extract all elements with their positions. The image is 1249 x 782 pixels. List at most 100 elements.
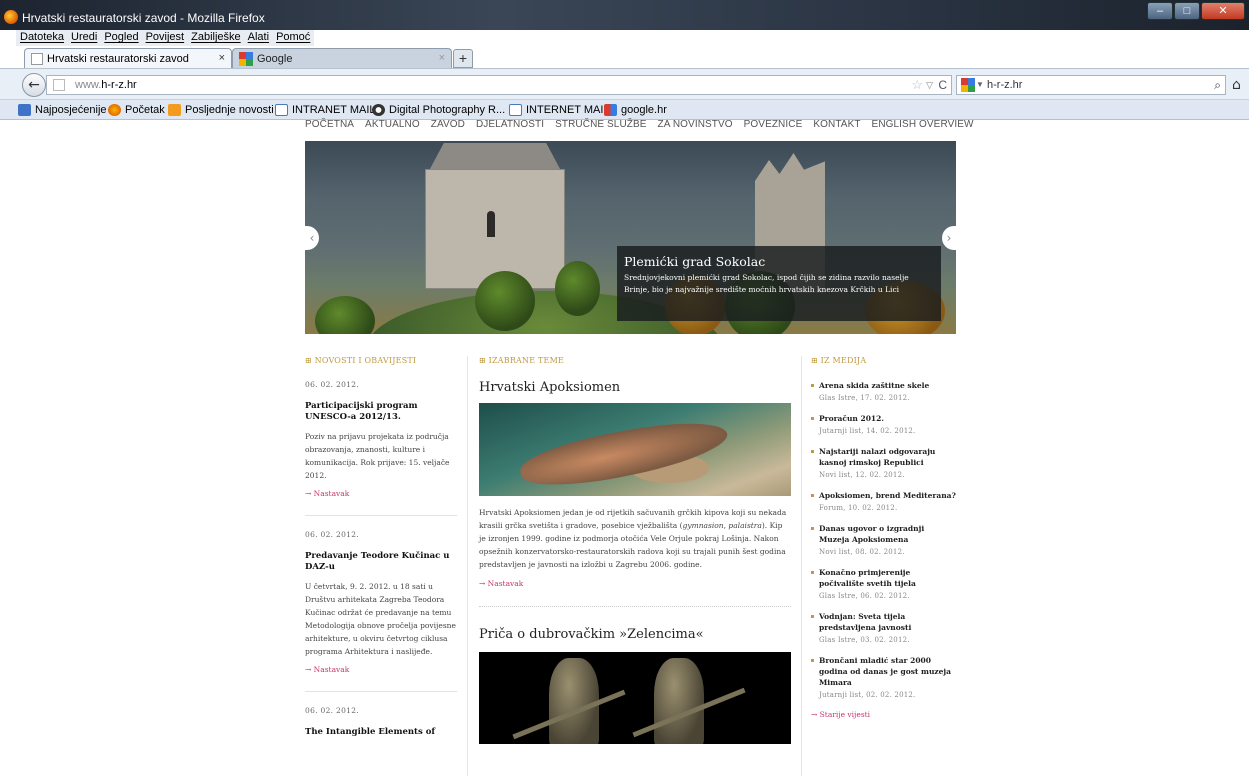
bookmark-najposjecenije[interactable]: Najposjećenije <box>18 104 107 116</box>
engine-dropdown-icon[interactable]: ▼ <box>976 76 984 94</box>
media-title[interactable]: Brončani mladić star 2000 godina od dana… <box>811 655 956 688</box>
feature-more-link[interactable]: → Nastavak <box>479 579 791 588</box>
feature-title[interactable]: Priča o dubrovačkim »Zelencima« <box>479 627 791 642</box>
window-titlebar: Hrvatski restauratorski zavod - Mozilla … <box>0 0 1249 30</box>
nav-djelatnosti[interactable]: DJELATNOSTI <box>476 119 544 133</box>
url-dropdown-icon[interactable]: ▽ <box>926 76 933 94</box>
media-source: Jutarnji list, 14. 02. 2012. <box>819 427 916 435</box>
maximize-button[interactable]: □ <box>1174 2 1200 20</box>
search-icon[interactable]: ⌕ <box>1214 76 1221 94</box>
feature-title[interactable]: Hrvatski Apoksiomen <box>479 380 791 395</box>
news-body: U četvrtak, 9. 2. 2012. u 18 sati u Druš… <box>305 582 456 656</box>
close-window-button[interactable]: ✕ <box>1201 2 1245 20</box>
slide-caption[interactable]: Plemićki grad Sokolac Srednjovjekovni pl… <box>617 246 941 321</box>
menu-zabiljeske[interactable]: Zabilješke <box>191 31 241 45</box>
firefox-logo-icon <box>4 10 18 24</box>
section-header-news: ⊞ NOVOSTI I OBAVIJESTI <box>305 356 417 365</box>
page-icon <box>275 104 288 116</box>
news-title[interactable]: Predavanje Teodore Kučinac u DAZ-u <box>305 551 457 573</box>
menu-datoteka[interactable]: Datoteka <box>20 31 64 45</box>
media-title[interactable]: Najstariji nalazi odgovaraju kasnoj rims… <box>811 446 956 468</box>
bookmark-label: google.hr <box>621 104 667 116</box>
news-item: 06. 02. 2012. Predavanje Teodore Kučinac… <box>305 530 457 674</box>
older-news-link[interactable]: → Starije vijesti <box>811 710 956 719</box>
tab-label: Hrvatski restauratorski zavod <box>47 52 189 65</box>
nav-za-novinstvo[interactable]: ZA NOVINSTVO <box>658 119 733 133</box>
bookmark-star-icon[interactable]: ☆ <box>911 76 923 94</box>
media-title[interactable]: Arena skida zaštitne skele <box>811 380 956 391</box>
church-shape <box>425 169 565 289</box>
media-source: Novi list, 12. 02. 2012. <box>819 471 905 479</box>
media-title[interactable]: Proračun 2012. <box>811 413 956 424</box>
window-controls: – □ ✕ <box>1146 2 1245 20</box>
bookmark-label: Posljednje novosti <box>185 104 274 116</box>
nav-kontakt[interactable]: KONTAKT <box>813 119 860 133</box>
tab-hrz[interactable]: Hrvatski restauratorski zavod × <box>24 48 232 68</box>
bookmark-label: Najposjećenije <box>35 104 107 116</box>
news-title[interactable]: Participacijski program UNESCO-a 2012/13… <box>305 401 457 423</box>
menu-pogled[interactable]: Pogled <box>104 31 138 45</box>
nav-aktualno[interactable]: AKTUALNO <box>365 119 420 133</box>
navigation-toolbar: ← www.h-r-z.hr ☆ ▽ C ▼ h-r-z.hr ⌕ ⌂ <box>0 68 1249 100</box>
media-item: Najstariji nalazi odgovaraju kasnoj rims… <box>811 446 956 479</box>
bookmark-digital-photography[interactable]: Digital Photography R... <box>372 104 505 116</box>
feature-body-italic: palaistra <box>728 521 762 530</box>
news-title[interactable]: The Intangible Elements of <box>305 727 457 738</box>
media-title[interactable]: Apoksiomen, brend Mediterana? <box>811 490 956 501</box>
tree-shape <box>315 296 375 334</box>
tree-shape <box>475 271 535 331</box>
divider <box>305 691 457 692</box>
media-title[interactable]: Vodnjan: Sveta tijela predstavljena javn… <box>811 611 956 633</box>
reload-icon[interactable]: C <box>938 76 947 94</box>
bookmark-intranet-mail[interactable]: INTRANET MAIL <box>275 104 376 116</box>
news-date: 06. 02. 2012. <box>305 706 359 715</box>
search-bar[interactable]: ▼ h-r-z.hr ⌕ <box>956 75 1226 95</box>
home-icon[interactable]: ⌂ <box>1232 77 1241 93</box>
menu-povijest[interactable]: Povijest <box>146 31 185 45</box>
chevron-left-icon: ‹ <box>309 231 315 245</box>
media-item: Apoksiomen, brend Mediterana? Forum, 10.… <box>811 490 956 512</box>
new-tab-button[interactable]: + <box>453 49 473 68</box>
rss-feed-icon <box>168 104 181 116</box>
most-visited-icon <box>18 104 31 116</box>
nav-zavod[interactable]: ZAVOD <box>431 119 465 133</box>
media-source: Glas Istre, 06. 02. 2012. <box>819 592 910 600</box>
feature-body: Hrvatski Apoksiomen jedan je od rijetkih… <box>479 506 791 571</box>
slide-caption-text: Srednjovjekovni plemićki grad Sokolac, i… <box>624 273 909 294</box>
menu-alati[interactable]: Alati <box>248 31 269 45</box>
back-button[interactable]: ← <box>22 73 46 97</box>
church-window-shape <box>487 211 495 237</box>
bookmark-pocetak[interactable]: Početak <box>108 104 165 116</box>
bookmark-internet-mail[interactable]: INTERNET MAIL <box>509 104 610 116</box>
slide-caption-title: Plemićki grad Sokolac <box>624 254 766 269</box>
menu-pomoc[interactable]: Pomoć <box>276 31 310 45</box>
nav-poveznice[interactable]: POVEZNICE <box>744 119 803 133</box>
menu-bar: Datoteka Uredi Pogled Povijest Zabilješk… <box>0 30 1249 46</box>
url-bar[interactable]: www.h-r-z.hr ☆ ▽ C <box>46 75 952 95</box>
media-source: Glas Istre, 03. 02. 2012. <box>819 636 910 644</box>
close-tab-icon[interactable]: × <box>439 52 445 64</box>
google-icon <box>604 104 617 116</box>
google-search-engine-icon[interactable] <box>961 78 975 92</box>
search-input[interactable]: h-r-z.hr <box>987 79 1022 91</box>
nav-english-overview[interactable]: ENGLISH OVERVIEW <box>872 119 974 133</box>
site-identity-icon[interactable] <box>53 79 65 91</box>
nav-strucne-sluzbe[interactable]: STRUČNE SLUŽBE <box>555 119 646 133</box>
news-more-link[interactable]: → Nastavak <box>305 489 457 498</box>
nav-pocetna[interactable]: POČETNA <box>305 119 354 133</box>
close-tab-icon[interactable]: × <box>219 52 225 64</box>
firefox-icon <box>108 104 121 116</box>
section-header-label: IZ MEDIJA <box>820 356 867 365</box>
media-title[interactable]: Konačno primjerenije počivalište svetih … <box>811 567 956 589</box>
zelenci-image[interactable] <box>479 652 791 744</box>
bookmark-posljednje-novosti[interactable]: Posljednje novosti <box>168 104 274 116</box>
media-title[interactable]: Danas ugovor o izgradnji Muzeja Apoksiom… <box>811 523 956 545</box>
minimize-button[interactable]: – <box>1147 2 1173 20</box>
tab-google[interactable]: Google × <box>232 48 452 68</box>
apoxyomenos-image[interactable] <box>479 403 791 496</box>
section-header-label: IZABRANE TEME <box>488 356 565 365</box>
page-favicon-icon <box>31 52 43 65</box>
bookmark-google-hr[interactable]: google.hr <box>604 104 667 116</box>
news-more-link[interactable]: → Nastavak <box>305 665 457 674</box>
menu-uredi[interactable]: Uredi <box>71 31 97 45</box>
